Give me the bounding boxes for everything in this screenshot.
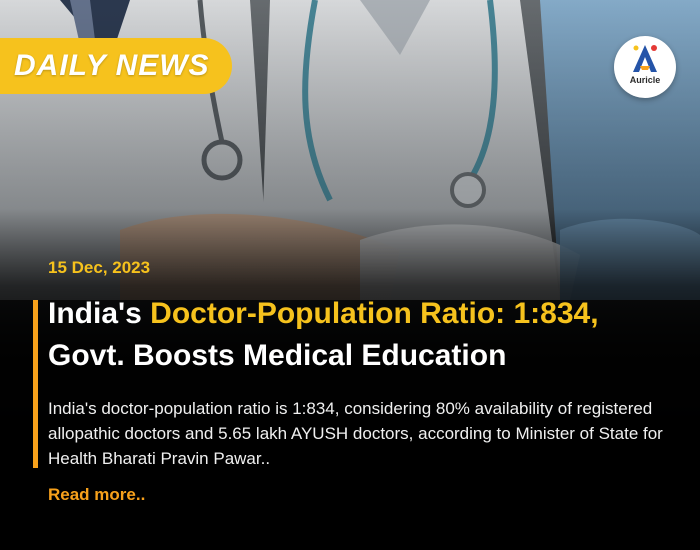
read-more-link[interactable]: Read more.. (48, 485, 145, 505)
auricle-logo-icon (633, 45, 657, 72)
auricle-logo-text: Auricle (629, 75, 661, 85)
title-prefix: India's (48, 297, 151, 330)
daily-news-label: DAILY NEWS (14, 49, 210, 82)
article-date: 15 Dec, 2023 (48, 258, 151, 277)
title-line-2: Govt. Boosts Medical Education (48, 339, 507, 372)
daily-news-badge: DAILY NEWS (0, 38, 232, 94)
article-title: India's Doctor-Population Ratio: 1:834, … (48, 293, 688, 377)
article-description: India's doctor-population ratio is 1:834… (48, 399, 663, 468)
title-highlight: Doctor-Population Ratio: 1:834, (150, 297, 599, 330)
auricle-logo: Auricle (614, 36, 676, 98)
news-card: DAILY NEWS Auricle 15 Dec, 2023 India's … (0, 0, 700, 550)
accent-bar (33, 300, 38, 468)
